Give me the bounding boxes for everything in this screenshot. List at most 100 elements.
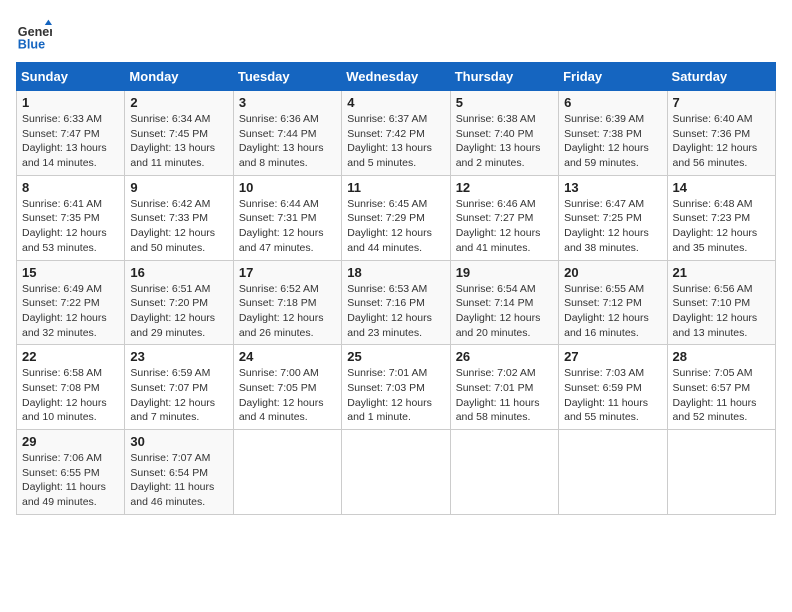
- day-info: Sunrise: 7:00 AMSunset: 7:05 PMDaylight:…: [239, 367, 324, 423]
- calendar-cell: 2Sunrise: 6:34 AMSunset: 7:45 PMDaylight…: [125, 91, 233, 176]
- weekday-header-wednesday: Wednesday: [342, 63, 450, 91]
- svg-text:Blue: Blue: [18, 37, 45, 51]
- day-info: Sunrise: 6:45 AMSunset: 7:29 PMDaylight:…: [347, 198, 432, 254]
- day-number: 29: [22, 434, 119, 449]
- weekday-header-friday: Friday: [559, 63, 667, 91]
- logo: General Blue: [16, 16, 52, 52]
- calendar-cell: 23 Sunrise: 6:59 AMSunset: 7:07 PMDayligh…: [125, 345, 233, 430]
- day-info: Sunrise: 6:42 AMSunset: 7:33 PMDaylight:…: [130, 198, 215, 254]
- day-info: Sunrise: 6:48 AMSunset: 7:23 PMDaylight:…: [673, 198, 758, 254]
- calendar-cell: 8 Sunrise: 6:41 AMSunset: 7:35 PMDaylight…: [17, 175, 125, 260]
- day-info: Sunrise: 6:58 AMSunset: 7:08 PMDaylight:…: [22, 367, 107, 423]
- calendar-cell: 22 Sunrise: 6:58 AMSunset: 7:08 PMDayligh…: [17, 345, 125, 430]
- day-info: Sunrise: 6:55 AMSunset: 7:12 PMDaylight:…: [564, 283, 649, 339]
- day-info: Sunrise: 6:56 AMSunset: 7:10 PMDaylight:…: [673, 283, 758, 339]
- day-number: 11: [347, 180, 444, 195]
- calendar-cell: 14Sunrise: 6:48 AMSunset: 7:23 PMDayligh…: [667, 175, 775, 260]
- day-number: 6: [564, 95, 661, 110]
- calendar-cell: [667, 430, 775, 515]
- day-info: Sunrise: 6:33 AMSunset: 7:47 PMDaylight:…: [22, 113, 107, 169]
- day-info: Sunrise: 6:38 AMSunset: 7:40 PMDaylight:…: [456, 113, 541, 169]
- day-number: 22: [22, 349, 119, 364]
- weekday-header-sunday: Sunday: [17, 63, 125, 91]
- calendar-body: 1 Sunrise: 6:33 AMSunset: 7:47 PMDaylight…: [17, 91, 776, 515]
- day-info: Sunrise: 6:51 AMSunset: 7:20 PMDaylight:…: [130, 283, 215, 339]
- calendar-cell: 15Sunrise: 6:49 AMSunset: 7:22 PMDayligh…: [17, 260, 125, 345]
- header: General Blue: [16, 16, 776, 52]
- calendar-cell: 21 Sunrise: 6:56 AMSunset: 7:10 PMDayligh…: [667, 260, 775, 345]
- calendar-cell: 29 Sunrise: 7:06 AMSunset: 6:55 PMDayligh…: [17, 430, 125, 515]
- day-info: Sunrise: 6:40 AMSunset: 7:36 PMDaylight:…: [673, 113, 758, 169]
- day-info: Sunrise: 6:54 AMSunset: 7:14 PMDaylight:…: [456, 283, 541, 339]
- calendar-cell: 12 Sunrise: 6:46 AMSunset: 7:27 PMDayligh…: [450, 175, 558, 260]
- day-info: Sunrise: 6:52 AMSunset: 7:18 PMDaylight:…: [239, 283, 324, 339]
- day-info: Sunrise: 6:41 AMSunset: 7:35 PMDaylight:…: [22, 198, 107, 254]
- day-number: 30: [130, 434, 227, 449]
- day-info: Sunrise: 6:36 AMSunset: 7:44 PMDaylight:…: [239, 113, 324, 169]
- day-info: Sunrise: 6:49 AMSunset: 7:22 PMDaylight:…: [22, 283, 107, 339]
- day-number: 9: [130, 180, 227, 195]
- day-number: 17: [239, 265, 336, 280]
- calendar-cell: 28Sunrise: 7:05 AMSunset: 6:57 PMDayligh…: [667, 345, 775, 430]
- day-info: Sunrise: 7:03 AMSunset: 6:59 PMDaylight:…: [564, 367, 648, 423]
- calendar-table: SundayMondayTuesdayWednesdayThursdayFrid…: [16, 62, 776, 515]
- calendar-cell: 27 Sunrise: 7:03 AMSunset: 6:59 PMDayligh…: [559, 345, 667, 430]
- day-number: 3: [239, 95, 336, 110]
- day-info: Sunrise: 6:59 AMSunset: 7:07 PMDaylight:…: [130, 367, 215, 423]
- day-number: 13: [564, 180, 661, 195]
- day-info: Sunrise: 7:02 AMSunset: 7:01 PMDaylight:…: [456, 367, 540, 423]
- day-info: Sunrise: 6:47 AMSunset: 7:25 PMDaylight:…: [564, 198, 649, 254]
- calendar-cell: 7 Sunrise: 6:40 AMSunset: 7:36 PMDaylight…: [667, 91, 775, 176]
- day-number: 7: [673, 95, 770, 110]
- day-number: 18: [347, 265, 444, 280]
- calendar-cell: 25 Sunrise: 7:01 AMSunset: 7:03 PMDayligh…: [342, 345, 450, 430]
- calendar-cell: [342, 430, 450, 515]
- calendar-cell: 3 Sunrise: 6:36 AMSunset: 7:44 PMDaylight…: [233, 91, 341, 176]
- calendar-week-4: 22 Sunrise: 6:58 AMSunset: 7:08 PMDayligh…: [17, 345, 776, 430]
- logo-icon: General Blue: [16, 16, 52, 52]
- calendar-cell: [559, 430, 667, 515]
- calendar-cell: 16Sunrise: 6:51 AMSunset: 7:20 PMDayligh…: [125, 260, 233, 345]
- day-info: Sunrise: 7:01 AMSunset: 7:03 PMDaylight:…: [347, 367, 432, 423]
- day-info: Sunrise: 6:37 AMSunset: 7:42 PMDaylight:…: [347, 113, 432, 169]
- day-number: 12: [456, 180, 553, 195]
- day-info: Sunrise: 6:39 AMSunset: 7:38 PMDaylight:…: [564, 113, 649, 169]
- calendar-cell: 18 Sunrise: 6:53 AMSunset: 7:16 PMDayligh…: [342, 260, 450, 345]
- day-number: 21: [673, 265, 770, 280]
- day-number: 28: [673, 349, 770, 364]
- day-number: 1: [22, 95, 119, 110]
- day-number: 23: [130, 349, 227, 364]
- calendar-cell: [450, 430, 558, 515]
- day-number: 27: [564, 349, 661, 364]
- calendar-cell: 10Sunrise: 6:44 AMSunset: 7:31 PMDayligh…: [233, 175, 341, 260]
- weekday-header-thursday: Thursday: [450, 63, 558, 91]
- calendar-cell: 26 Sunrise: 7:02 AMSunset: 7:01 PMDayligh…: [450, 345, 558, 430]
- calendar-week-2: 8 Sunrise: 6:41 AMSunset: 7:35 PMDaylight…: [17, 175, 776, 260]
- calendar-cell: 30Sunrise: 7:07 AMSunset: 6:54 PMDayligh…: [125, 430, 233, 515]
- day-number: 19: [456, 265, 553, 280]
- calendar-week-5: 29 Sunrise: 7:06 AMSunset: 6:55 PMDayligh…: [17, 430, 776, 515]
- calendar-cell: 11 Sunrise: 6:45 AMSunset: 7:29 PMDayligh…: [342, 175, 450, 260]
- calendar-cell: 20 Sunrise: 6:55 AMSunset: 7:12 PMDayligh…: [559, 260, 667, 345]
- day-number: 25: [347, 349, 444, 364]
- day-number: 8: [22, 180, 119, 195]
- calendar-cell: 4Sunrise: 6:37 AMSunset: 7:42 PMDaylight…: [342, 91, 450, 176]
- calendar-cell: 19 Sunrise: 6:54 AMSunset: 7:14 PMDayligh…: [450, 260, 558, 345]
- calendar-week-3: 15Sunrise: 6:49 AMSunset: 7:22 PMDayligh…: [17, 260, 776, 345]
- day-number: 20: [564, 265, 661, 280]
- day-info: Sunrise: 6:46 AMSunset: 7:27 PMDaylight:…: [456, 198, 541, 254]
- day-info: Sunrise: 7:06 AMSunset: 6:55 PMDaylight:…: [22, 452, 106, 508]
- weekday-header-saturday: Saturday: [667, 63, 775, 91]
- day-number: 26: [456, 349, 553, 364]
- calendar-cell: 5 Sunrise: 6:38 AMSunset: 7:40 PMDaylight…: [450, 91, 558, 176]
- calendar-cell: 6 Sunrise: 6:39 AMSunset: 7:38 PMDaylight…: [559, 91, 667, 176]
- day-number: 5: [456, 95, 553, 110]
- calendar-cell: 9 Sunrise: 6:42 AMSunset: 7:33 PMDaylight…: [125, 175, 233, 260]
- day-info: Sunrise: 6:53 AMSunset: 7:16 PMDaylight:…: [347, 283, 432, 339]
- calendar-cell: [233, 430, 341, 515]
- calendar-cell: 13 Sunrise: 6:47 AMSunset: 7:25 PMDayligh…: [559, 175, 667, 260]
- weekday-header-tuesday: Tuesday: [233, 63, 341, 91]
- calendar-cell: 1 Sunrise: 6:33 AMSunset: 7:47 PMDaylight…: [17, 91, 125, 176]
- day-number: 24: [239, 349, 336, 364]
- day-number: 2: [130, 95, 227, 110]
